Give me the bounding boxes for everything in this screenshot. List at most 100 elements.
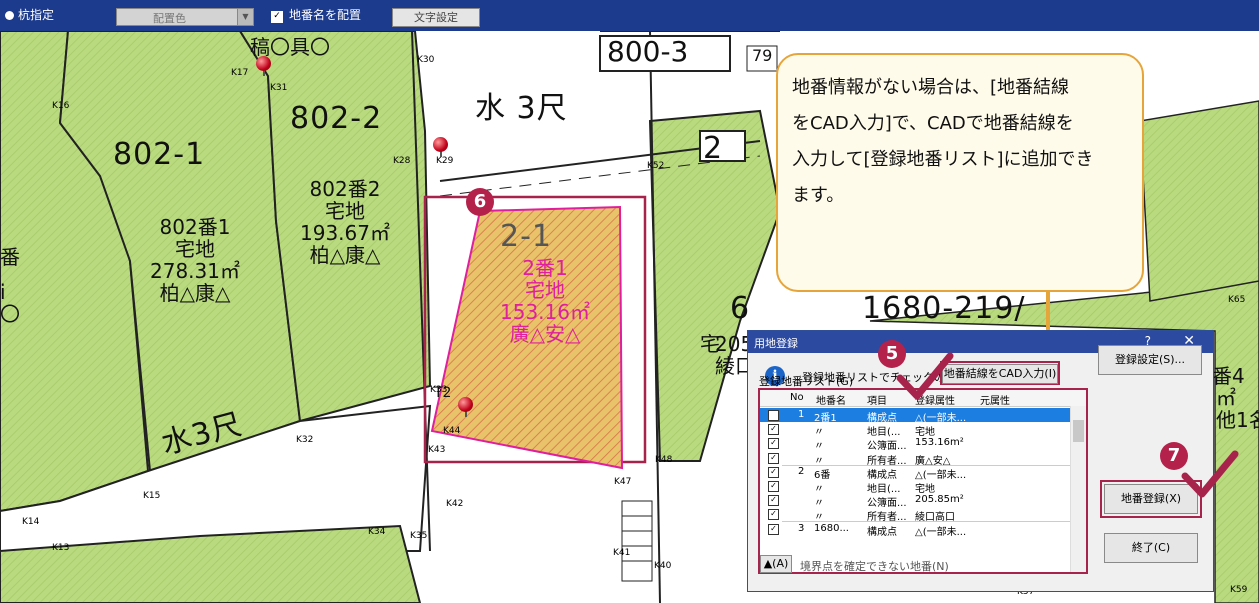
table-row[interactable]: ✓ 2 6番 構成点 △(一部未... bbox=[760, 465, 1086, 481]
map-label-79: 79 bbox=[752, 46, 773, 65]
point-label: K40 bbox=[654, 561, 672, 571]
show-lot-checkbox[interactable]: ✓ bbox=[271, 11, 283, 23]
map-label-802-1: 802-1 bbox=[113, 137, 206, 172]
callout-line: 地番情報がない場合は、[地番結線 bbox=[792, 77, 1070, 98]
close-button[interactable]: 終了(C) bbox=[1104, 533, 1198, 563]
row-checkbox[interactable]: ✓ bbox=[768, 466, 779, 478]
map-label-800-3: 800-3 bbox=[607, 35, 689, 68]
point-label: K44 bbox=[443, 426, 461, 436]
table-row[interactable]: ✓ 〃公簿面... 205.85m² bbox=[760, 493, 1086, 509]
callout-line: 入力して[登録地番リスト]に追加でき bbox=[792, 149, 1094, 170]
left-edge-1: 番 bbox=[0, 245, 20, 269]
map-label-6: 6 bbox=[730, 291, 751, 326]
selected-parcel-area: 153.16㎡ bbox=[500, 300, 590, 324]
parcel-802-2-owner: 柏△康△ bbox=[309, 243, 381, 267]
point-label: K14 bbox=[22, 517, 40, 527]
checkmark-icon bbox=[1181, 450, 1239, 498]
table-row[interactable]: ✓ 〃地目(... 宅地 bbox=[760, 479, 1086, 495]
cell-attr: 153.16m² bbox=[915, 437, 964, 449]
point-label: K48 bbox=[655, 455, 673, 465]
point-label: K65 bbox=[1228, 295, 1246, 305]
cell-no: 2 bbox=[798, 465, 805, 477]
checkmark-icon bbox=[896, 352, 954, 400]
right-edge-6: 他1名 bbox=[1216, 408, 1259, 432]
row-checkbox[interactable]: ✓ bbox=[768, 481, 779, 492]
table-row[interactable]: ✓ 〃公簿面... 153.16m² bbox=[760, 436, 1086, 452]
point-label: K59 bbox=[1230, 585, 1248, 595]
cell-attr: △(一部未... bbox=[915, 526, 967, 538]
top-toolbar: 杭指定 配置色 ▼ ✓ 地番名を配置 文字設定 bbox=[0, 0, 1259, 31]
table-row[interactable]: ✓ 3 1680... 構成点 △(一部未... bbox=[760, 522, 1086, 538]
table-row[interactable]: ✓ 〃所有者... 廣△安△ bbox=[760, 451, 1086, 467]
col-orig[interactable]: 元属性 bbox=[980, 392, 1010, 407]
row-checkbox[interactable]: ✓ bbox=[768, 452, 779, 464]
parcel-802-2-use: 宅地 bbox=[325, 199, 365, 223]
point-label: K42 bbox=[446, 499, 464, 509]
pin-marker[interactable] bbox=[458, 397, 473, 412]
stake-radio[interactable] bbox=[5, 11, 14, 20]
table-row[interactable]: ✓ 〃地目(... 宅地 bbox=[760, 422, 1086, 438]
cell-attr: 205.85m² bbox=[915, 494, 964, 506]
cad-input-button[interactable]: 地番結線をCAD入力(I) bbox=[942, 364, 1058, 384]
selected-parcel-owner: 廣△安△ bbox=[509, 322, 581, 346]
parcel-802-1-area: 278.31㎡ bbox=[150, 259, 240, 283]
point-label: K34 bbox=[368, 527, 386, 537]
point-label: K13 bbox=[52, 543, 70, 553]
point-label: K33 bbox=[430, 385, 448, 395]
map-label-water-top: 水 3尺 bbox=[475, 91, 568, 126]
parcel-802-2: 802番2 宅地 193.67㎡ 柏△康△ bbox=[290, 178, 400, 266]
col-item[interactable]: 項目 bbox=[867, 392, 887, 407]
row-checkbox[interactable]: ✓ bbox=[768, 523, 779, 535]
parcel-802-1-owner: 柏△康△ bbox=[159, 281, 231, 305]
point-label: K52 bbox=[647, 161, 665, 171]
point-label: K35 bbox=[410, 531, 428, 541]
point-label: K41 bbox=[613, 548, 631, 558]
table-row[interactable]: ✓ 1 2番1 構成点 △(一部未... bbox=[760, 408, 1086, 424]
dialog-title: 用地登録 bbox=[754, 337, 798, 350]
map-label-802-2: 802-2 bbox=[290, 101, 383, 136]
unresolved-toggle-button[interactable]: ▲(A) bbox=[760, 555, 792, 573]
text-settings-button[interactable]: 文字設定 bbox=[392, 8, 480, 27]
point-label: K16 bbox=[52, 101, 70, 111]
row-checkbox[interactable]: ✓ bbox=[768, 410, 779, 421]
color-combo-value: 配置色 bbox=[153, 12, 186, 25]
point-label: K30 bbox=[417, 55, 435, 65]
parcel-802-2-no: 802番2 bbox=[309, 177, 381, 201]
pin-marker[interactable] bbox=[433, 137, 448, 152]
point-label: K28 bbox=[393, 156, 411, 166]
point-label: K32 bbox=[296, 435, 314, 445]
selected-parcel: 2番1 宅地 153.16㎡ 廣△安△ bbox=[490, 257, 600, 345]
row-checkbox[interactable]: ✓ bbox=[768, 424, 779, 436]
color-combo[interactable]: 配置色 ▼ bbox=[116, 8, 254, 26]
map-label-2-1: 2-1 bbox=[500, 219, 552, 254]
row-checkbox[interactable]: ✓ bbox=[768, 495, 779, 507]
unresolved-label: 境界点を確定できない地番(N) bbox=[800, 560, 949, 573]
col-name[interactable]: 地番名 bbox=[816, 392, 846, 407]
selected-parcel-use: 宅地 bbox=[525, 278, 565, 302]
row-checkbox[interactable]: ✓ bbox=[768, 438, 779, 450]
point-label: K17 bbox=[231, 68, 249, 78]
list-label: 登録地番リスト(G) bbox=[759, 375, 854, 388]
register-list[interactable]: No 地番名 項目 登録属性 元属性 ✓ 1 2番1 構成点 △(一部未... ✓ 〃地目(… bbox=[758, 388, 1088, 574]
step-badge-6: 6 bbox=[466, 188, 494, 216]
right-edge-5: ㎡ bbox=[1216, 386, 1236, 410]
left-edge-2: i bbox=[0, 280, 6, 304]
map-label-2: 2 bbox=[703, 131, 724, 166]
table-row[interactable]: ✓ 〃所有者... 綾口高口 bbox=[760, 507, 1086, 523]
callout-text: 地番情報がない場合は、[地番結線 をCAD入力]で、CADで地番結線を 入力して… bbox=[792, 70, 1132, 214]
point-label: K47 bbox=[614, 477, 632, 487]
parcel-802-1-use: 宅地 bbox=[175, 237, 215, 261]
scroll-thumb[interactable] bbox=[1073, 420, 1084, 442]
left-edge-3: 〇 bbox=[0, 302, 20, 326]
col-no[interactable]: No bbox=[790, 392, 804, 403]
list-scrollbar[interactable] bbox=[1070, 406, 1086, 572]
chevron-down-icon[interactable]: ▼ bbox=[237, 9, 253, 25]
row-checkbox[interactable]: ✓ bbox=[768, 509, 779, 521]
callout-line: をCAD入力]で、CADで地番結線を bbox=[792, 113, 1074, 134]
register-settings-button[interactable]: 登録設定(S)... bbox=[1098, 345, 1202, 375]
pin-marker[interactable] bbox=[256, 56, 271, 71]
stake-label: 杭指定 bbox=[18, 8, 55, 22]
callout-line: ます。 bbox=[792, 185, 845, 206]
cell-no: 3 bbox=[798, 522, 805, 534]
cell-name: 1680... bbox=[814, 522, 849, 534]
